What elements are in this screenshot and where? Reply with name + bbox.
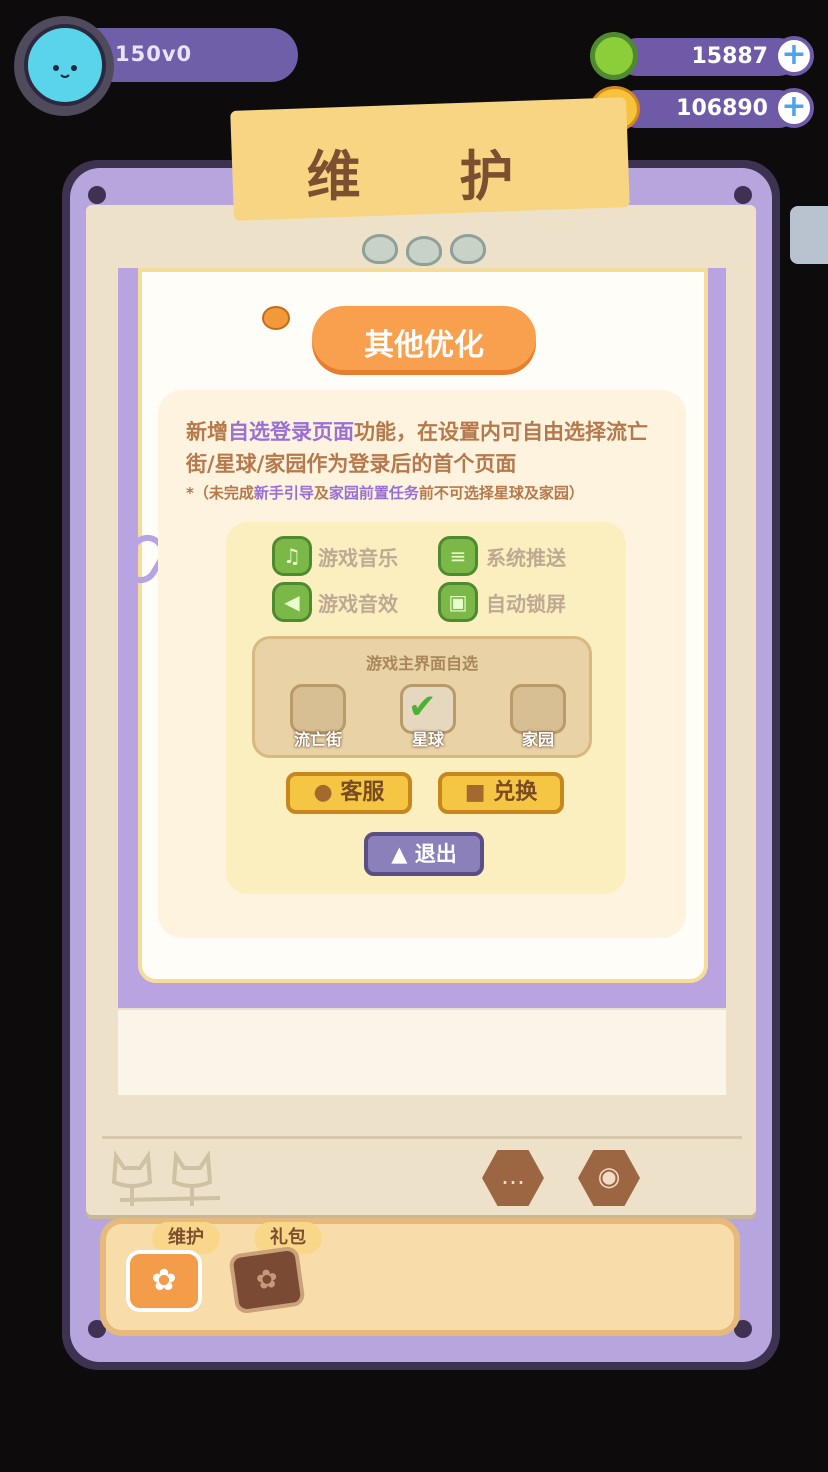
option-game-music[interactable]: 游戏音乐 — [318, 542, 398, 571]
customer-service-button[interactable]: ● 客服 — [286, 772, 412, 814]
avatar[interactable] — [24, 24, 106, 106]
pumpkin-icon — [262, 306, 290, 330]
currency-green-value: 15887 — [691, 44, 768, 69]
music-note-icon: ♫ — [272, 536, 312, 576]
person-icon: ● — [313, 780, 333, 805]
gift-icon: ■ — [464, 780, 486, 805]
panel-title: 维 护 — [306, 145, 554, 208]
currency-gold-value: 106890 — [676, 96, 768, 121]
description-text: 新增自选登录页面功能，在设置内可自由选择流亡街/星球/家园作为登录后的首个页面 — [186, 420, 648, 476]
add-green-currency-button[interactable]: + — [774, 36, 814, 76]
description-note: *（未完成新手引导及家园前置任务前不可选择星球及家园） — [186, 484, 584, 502]
section-title: 其他优化 — [364, 328, 484, 363]
choice-home[interactable]: 家园 — [498, 726, 578, 750]
push-notification-icon: ≡ — [438, 536, 478, 576]
gift-bag-icon: ✿ — [254, 1263, 280, 1297]
rivet — [88, 186, 106, 204]
tab-gift[interactable]: ✿ — [228, 1245, 306, 1315]
player-name: 150v0 — [115, 42, 193, 66]
option-auto-lock[interactable]: 自动锁屏 — [486, 588, 566, 617]
tab-maintenance[interactable]: ✿ — [126, 1250, 202, 1312]
rivet — [734, 186, 752, 204]
option-game-sound[interactable]: 游戏音效 — [318, 588, 398, 617]
speaker-icon: ◀ — [272, 582, 312, 622]
exit-button[interactable]: ▲ 退出 — [364, 832, 484, 876]
cat-face-icon — [38, 48, 92, 78]
bun-decoration-icon — [450, 234, 486, 264]
option-system-push[interactable]: 系统推送 — [486, 542, 566, 571]
bun-decoration-icon — [362, 234, 398, 264]
cat-doodle-icon — [110, 1146, 230, 1208]
redeem-button[interactable]: ■ 兑换 — [438, 772, 564, 814]
choice-street[interactable]: 流亡街 — [278, 726, 358, 750]
notice-lower-area — [118, 1010, 726, 1095]
bun-decoration-icon — [406, 236, 442, 266]
cat-paw-wrench-icon: ✿ — [151, 1263, 177, 1298]
check-icon: ✔ — [408, 687, 437, 727]
choice-planet[interactable]: 星球 — [388, 726, 468, 750]
chooser-title: 游戏主界面自选 — [365, 654, 478, 673]
warning-icon: ▲ — [391, 842, 408, 866]
divider — [102, 1136, 742, 1139]
lock-icon: ▣ — [438, 582, 478, 622]
side-clip-icon — [790, 206, 828, 264]
add-gold-currency-button[interactable]: + — [774, 88, 814, 128]
